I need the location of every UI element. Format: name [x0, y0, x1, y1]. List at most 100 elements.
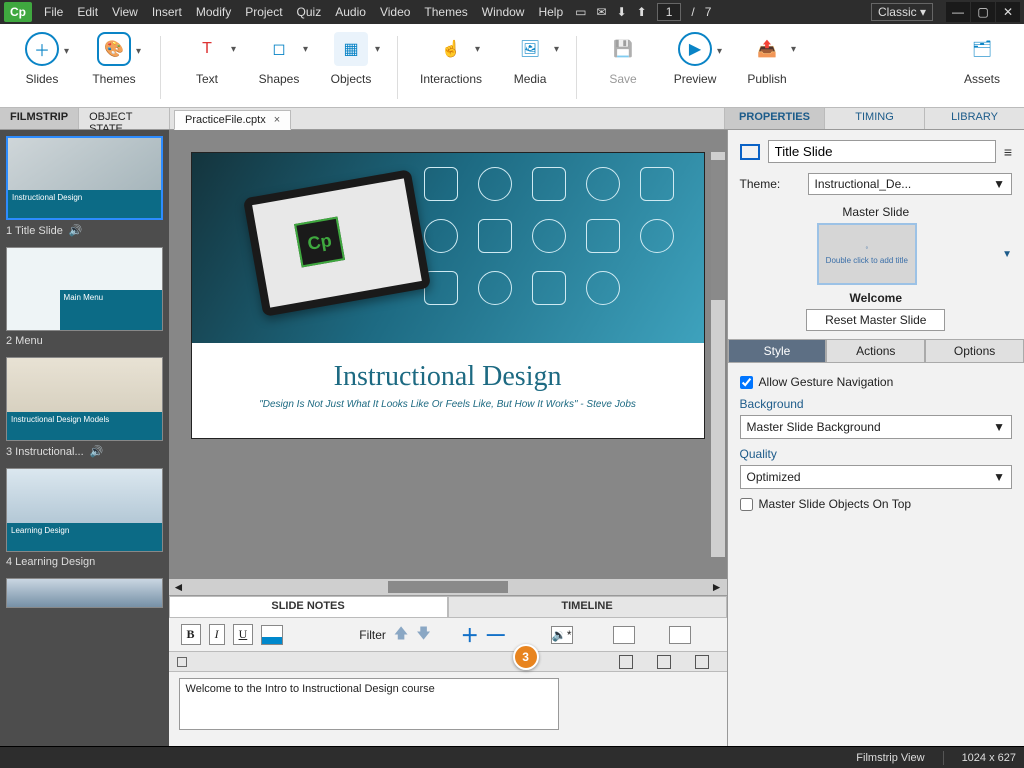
- menu-audio[interactable]: Audio: [335, 5, 366, 19]
- bottom-panel: SLIDE NOTES TIMELINE B I U Filter 🡅 🡇 ＋ …: [169, 595, 727, 746]
- file-tab-label: PracticeFile.cptx: [185, 114, 266, 126]
- panel-menu-icon[interactable]: ≡: [1004, 144, 1012, 160]
- master-slide-heading: Master Slide: [740, 205, 1012, 219]
- slide-name-input[interactable]: [768, 140, 996, 163]
- text-color-button[interactable]: [261, 625, 283, 645]
- ribbon-preview[interactable]: ▶▾Preview: [663, 28, 727, 107]
- quality-select[interactable]: Optimized▼: [740, 465, 1012, 489]
- menu-file[interactable]: File: [44, 5, 63, 19]
- thumb-1[interactable]: Instructional Design: [6, 136, 163, 220]
- slide-subtitle: "Design Is Not Just What It Looks Like O…: [192, 399, 704, 438]
- ribbon-shapes[interactable]: ◻▾Shapes: [247, 28, 311, 107]
- mail-icon[interactable]: ✉: [597, 5, 607, 19]
- allow-gesture-checkbox[interactable]: Allow Gesture Navigation: [740, 375, 1012, 389]
- ribbon-publish[interactable]: 📤▾Publish: [735, 28, 799, 107]
- editor-center: Cp Instructional Design "Design Is Not J…: [169, 130, 727, 746]
- tab-timeline[interactable]: TIMELINE: [448, 596, 727, 618]
- tab-slide-notes[interactable]: SLIDE NOTES: [169, 596, 448, 618]
- thumb-4-caption: 4 Learning Design: [6, 556, 95, 568]
- objects-on-top-checkbox[interactable]: Master Slide Objects On Top: [740, 497, 1012, 511]
- thumb-2[interactable]: Main Menu: [6, 247, 163, 331]
- audio-icon: 🔊: [90, 445, 104, 458]
- vertical-scrollbar[interactable]: [711, 152, 725, 557]
- workspace-selector[interactable]: Classic ▾: [871, 3, 933, 21]
- add-note-button[interactable]: ＋: [461, 622, 479, 648]
- ribbon-text[interactable]: T▾Text: [175, 28, 239, 107]
- page-total: 7: [705, 5, 712, 19]
- canvas-area[interactable]: Cp Instructional Design "Design Is Not J…: [169, 130, 727, 579]
- ribbon-objects[interactable]: ▦▾Objects: [319, 28, 383, 107]
- thumb-4[interactable]: Learning Design: [6, 468, 163, 552]
- notes-view-button[interactable]: [669, 626, 691, 644]
- master-slide-preview[interactable]: ◦ Double click to add title: [817, 223, 917, 285]
- download-icon[interactable]: ⬇: [617, 5, 627, 19]
- properties-panel: ≡ Theme: Instructional_De...▼ Master Sli…: [727, 130, 1024, 746]
- ribbon-assets[interactable]: 🗂Assets: [950, 28, 1014, 107]
- quality-section-label: Quality: [740, 447, 1012, 461]
- window-minimize[interactable]: —: [946, 2, 970, 22]
- tab-timing[interactable]: TIMING: [824, 108, 924, 129]
- ribbon-interactions[interactable]: ☝▾Interactions: [412, 28, 490, 107]
- subtab-style[interactable]: Style: [728, 339, 827, 363]
- menu-modify[interactable]: Modify: [196, 5, 231, 19]
- subtab-options[interactable]: Options: [925, 339, 1024, 363]
- bold-button[interactable]: B: [181, 624, 201, 645]
- col-check-1[interactable]: [619, 655, 633, 669]
- master-dropdown-icon[interactable]: ▼: [1002, 249, 1012, 260]
- menu-video[interactable]: Video: [380, 5, 410, 19]
- tab-filmstrip[interactable]: FILMSTRIP: [0, 108, 79, 129]
- object-type-icon: [740, 144, 760, 160]
- thumb-5[interactable]: [6, 578, 163, 608]
- theme-select[interactable]: Instructional_De...▼: [808, 173, 1012, 195]
- ribbon-themes[interactable]: 🎨▾Themes: [82, 28, 146, 107]
- page-current[interactable]: 1: [657, 3, 682, 21]
- menu-edit[interactable]: Edit: [77, 5, 98, 19]
- subtab-actions[interactable]: Actions: [826, 339, 925, 363]
- step-callout-3: 3: [513, 644, 539, 670]
- slide-canvas[interactable]: Cp Instructional Design "Design Is Not J…: [191, 152, 705, 439]
- window-close[interactable]: ✕: [996, 2, 1020, 22]
- background-select[interactable]: Master Slide Background▼: [740, 415, 1012, 439]
- tab-object-state[interactable]: OBJECT STATE: [79, 108, 170, 129]
- menu-insert[interactable]: Insert: [152, 5, 182, 19]
- page-sep: /: [691, 5, 694, 19]
- menu-themes[interactable]: Themes: [424, 5, 467, 19]
- ribbon-save: 💾Save: [591, 28, 655, 107]
- tts-button[interactable]: 🔉*: [551, 626, 573, 644]
- theme-label: Theme:: [740, 177, 800, 191]
- col-check-3[interactable]: [695, 655, 709, 669]
- audio-icon: 🔊: [69, 224, 83, 237]
- tab-properties[interactable]: PROPERTIES: [724, 108, 824, 129]
- slide-note-text[interactable]: Welcome to the Intro to Instructional De…: [179, 678, 559, 730]
- document-tab-row: FILMSTRIP OBJECT STATE PracticeFile.cptx…: [0, 108, 1024, 130]
- tab-library[interactable]: LIBRARY: [924, 108, 1024, 129]
- menu-window[interactable]: Window: [482, 5, 525, 19]
- menu-view[interactable]: View: [112, 5, 138, 19]
- ribbon-slides[interactable]: ＋▾Slides: [10, 28, 74, 107]
- italic-button[interactable]: I: [209, 624, 225, 645]
- window-maximize[interactable]: ▢: [971, 2, 995, 22]
- thumb-1-caption: 1 Title Slide: [6, 225, 63, 237]
- horizontal-scrollbar[interactable]: ◄►: [169, 579, 727, 595]
- upload-icon[interactable]: ⬆: [637, 5, 647, 19]
- filmstrip-panel[interactable]: Instructional Design 1 Title Slide 🔊 Main…: [0, 130, 169, 746]
- thumb-3[interactable]: Instructional Design Models: [6, 357, 163, 441]
- remove-note-button[interactable]: —: [487, 624, 505, 645]
- cc-button[interactable]: [613, 626, 635, 644]
- reset-master-button[interactable]: Reset Master Slide: [806, 309, 945, 331]
- thumb-2-caption: 2 Menu: [6, 335, 43, 347]
- filter-up-icon[interactable]: 🡅: [394, 623, 408, 647]
- status-bar: Filmstrip View 1024 x 627: [0, 746, 1024, 768]
- menu-help[interactable]: Help: [538, 5, 563, 19]
- filter-down-icon[interactable]: 🡇: [416, 623, 430, 647]
- underline-button[interactable]: U: [233, 624, 254, 645]
- col-check-2[interactable]: [657, 655, 671, 669]
- notes-selection-row: [169, 652, 727, 672]
- file-tab[interactable]: PracticeFile.cptx ×: [174, 110, 291, 130]
- menu-quiz[interactable]: Quiz: [297, 5, 322, 19]
- select-all-notes[interactable]: [177, 657, 187, 667]
- layout-icon[interactable]: ▭: [575, 5, 586, 19]
- menu-project[interactable]: Project: [245, 5, 282, 19]
- close-file-icon[interactable]: ×: [274, 114, 280, 126]
- ribbon-media[interactable]: 🖼▾Media: [498, 28, 562, 107]
